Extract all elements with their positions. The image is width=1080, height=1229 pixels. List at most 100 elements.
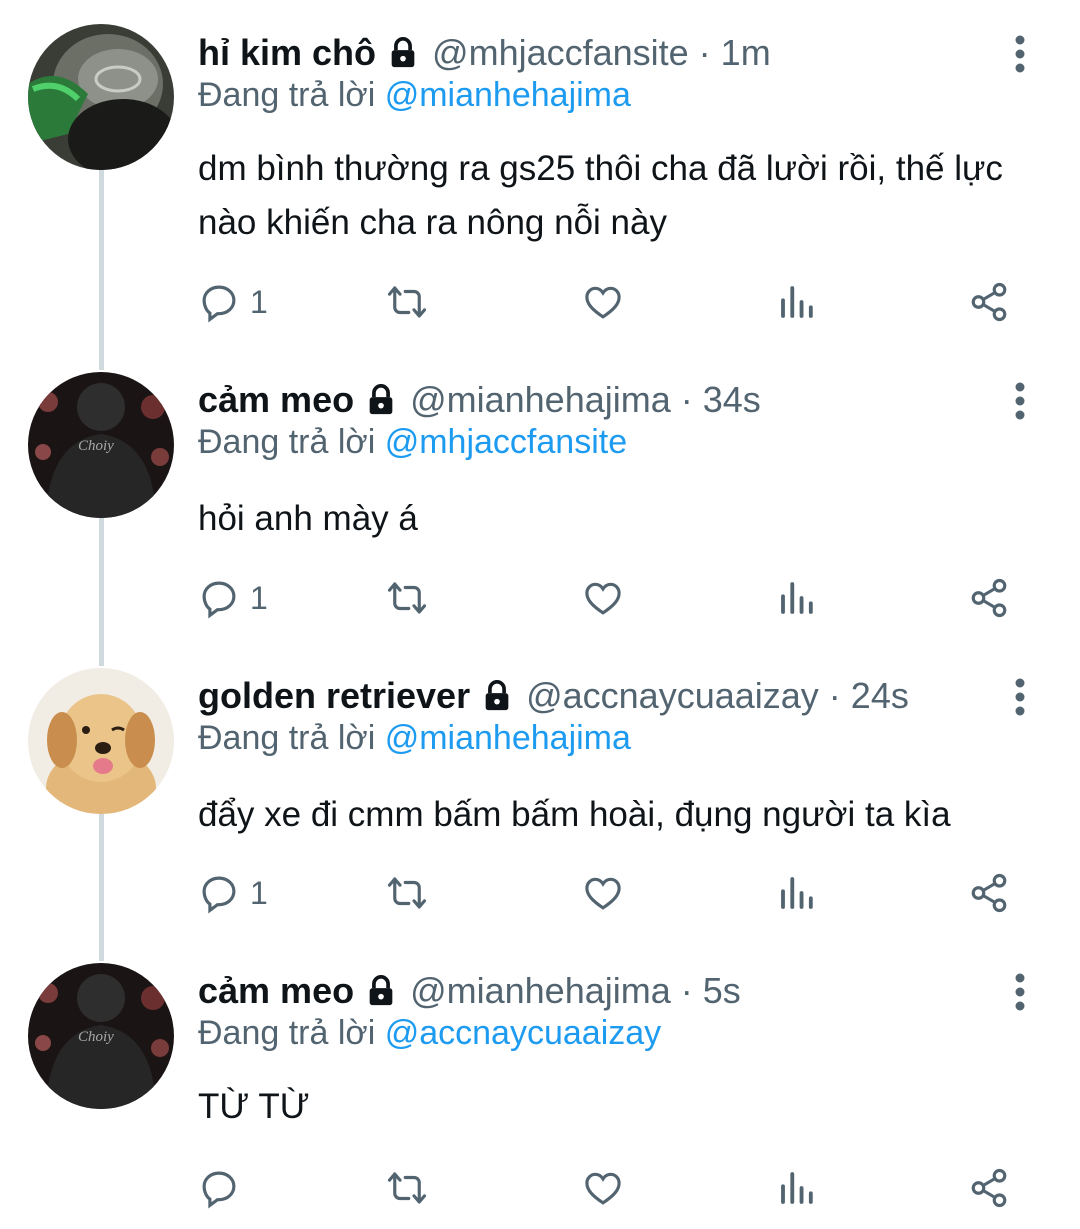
share-icon [971, 282, 1007, 322]
user-handle[interactable]: @mianhehajima [410, 379, 671, 421]
like-button[interactable] [582, 868, 624, 918]
retweet-icon [387, 286, 427, 318]
display-name[interactable]: cảm meo [198, 379, 354, 421]
reply-button[interactable] [198, 1163, 250, 1213]
tweet-text-line: đẩy xe đi cmm bấm bấm hoài, đụng người t… [198, 795, 951, 834]
share-button[interactable] [968, 277, 1010, 327]
tweet-text-line: dm bình thường ra gs25 thôi cha đã lười … [198, 149, 1003, 188]
share-icon [971, 873, 1007, 913]
mention-link[interactable]: @mianhehajima [385, 719, 631, 757]
mention-link[interactable]: @accnaycuaaizay [385, 1014, 661, 1052]
reply-icon [202, 876, 236, 914]
avatar[interactable]: Choiy [28, 372, 174, 518]
tweet-text: đẩy xe đi cmm bấm bấm hoài, đụng người t… [198, 788, 1048, 842]
more-icon[interactable] [1005, 381, 1035, 421]
more-icon[interactable] [1005, 677, 1035, 717]
share-button[interactable] [968, 573, 1010, 623]
share-button[interactable] [968, 1163, 1010, 1213]
avatar-image: Choiy [28, 963, 174, 1109]
reply-count: 1 [250, 874, 268, 911]
like-button[interactable] [582, 277, 624, 327]
avatar-image [28, 24, 174, 170]
reply-icon [202, 285, 236, 323]
lock-icon [391, 37, 415, 68]
like-icon [585, 582, 621, 615]
separator-dot: · [680, 970, 693, 1011]
like-icon [585, 286, 621, 319]
replying-prefix: Đang trả lời [198, 1014, 376, 1052]
tweet[interactable]: Choiy cảm meo @mianhehajima · 34s Đang t… [0, 372, 1080, 645]
user-handle[interactable]: @accnaycuaaizay [526, 675, 819, 717]
action-bar: 1 [198, 868, 1028, 918]
like-button[interactable] [582, 573, 624, 623]
timestamp[interactable]: 5s [703, 970, 741, 1012]
share-icon [971, 1168, 1007, 1208]
views-icon [781, 286, 813, 318]
reply-count: 1 [250, 579, 268, 616]
display-name[interactable]: hỉ kim chô [198, 32, 376, 74]
timestamp[interactable]: 24s [851, 675, 909, 717]
like-button[interactable] [582, 1163, 624, 1213]
replying-to: Đang trả lời @mianhehajima [198, 76, 631, 115]
timestamp[interactable]: 1m [721, 32, 771, 74]
avatar-text: Choiy [78, 1029, 114, 1045]
views-button[interactable] [776, 868, 818, 918]
views-icon [781, 582, 813, 614]
user-handle[interactable]: @mhjaccfansite [432, 32, 689, 74]
avatar[interactable]: Choiy [28, 963, 174, 1109]
retweet-button[interactable] [386, 868, 428, 918]
replying-prefix: Đang trả lời [198, 76, 376, 114]
tweet[interactable]: hỉ kim chô @mhjaccfansite · 1m Đang trả … [0, 24, 1080, 328]
display-name[interactable]: cảm meo [198, 970, 354, 1012]
separator-dot: · [828, 675, 841, 716]
avatar[interactable] [28, 668, 174, 814]
replying-prefix: Đang trả lời [198, 719, 376, 757]
retweet-icon [387, 877, 427, 909]
avatar[interactable] [28, 24, 174, 170]
tweet-text-line: TỪ TỪ [198, 1087, 310, 1126]
action-bar: 1 [198, 277, 1028, 327]
separator-dot: · [698, 32, 711, 73]
views-button[interactable] [776, 277, 818, 327]
more-icon[interactable] [1005, 34, 1035, 74]
mention-link[interactable]: @mhjaccfansite [385, 423, 627, 461]
avatar-image [28, 668, 174, 814]
views-button[interactable] [776, 573, 818, 623]
lock-icon [369, 975, 393, 1006]
tweet[interactable]: golden retriever @accnaycuaaizay · 24s Đ… [0, 668, 1080, 941]
tweet-text: dm bình thường ra gs25 thôi cha đã lười … [198, 142, 1048, 250]
tweet-text: TỪ TỪ [198, 1080, 1048, 1134]
reply-button[interactable]: 1 [198, 277, 268, 327]
reply-button[interactable]: 1 [198, 573, 268, 623]
reply-count: 1 [250, 283, 268, 320]
tweet-text-line: hỏi anh mày á [198, 499, 418, 538]
retweet-button[interactable] [386, 277, 428, 327]
views-button[interactable] [776, 1163, 818, 1213]
lock-icon [485, 680, 509, 711]
mention-link[interactable]: @mianhehajima [385, 76, 631, 114]
reply-icon [202, 1171, 236, 1209]
tweet[interactable]: Choiy cảm meo @mianhehajima · 5s Đang tr… [0, 963, 1080, 1229]
separator-dot: · [680, 379, 693, 420]
reply-icon [202, 581, 236, 619]
retweet-button[interactable] [386, 573, 428, 623]
like-icon [585, 1172, 621, 1205]
share-button[interactable] [968, 868, 1010, 918]
reply-button[interactable]: 1 [198, 868, 268, 918]
user-handle[interactable]: @mianhehajima [410, 970, 671, 1012]
more-icon[interactable] [1005, 972, 1035, 1012]
retweet-icon [387, 582, 427, 614]
lock-icon [369, 384, 393, 415]
display-name[interactable]: golden retriever [198, 675, 470, 717]
avatar-image: Choiy [28, 372, 174, 518]
tweet-text-line: nào khiến cha ra nông nỗi này [198, 203, 667, 242]
retweet-button[interactable] [386, 1163, 428, 1213]
avatar-text: Choiy [78, 438, 114, 454]
action-bar: 1 [198, 573, 1028, 623]
timestamp[interactable]: 34s [703, 379, 761, 421]
views-icon [781, 1172, 813, 1204]
share-icon [971, 578, 1007, 618]
tweet-text: hỏi anh mày á [198, 492, 1048, 546]
views-icon [781, 877, 813, 909]
like-icon [585, 877, 621, 910]
